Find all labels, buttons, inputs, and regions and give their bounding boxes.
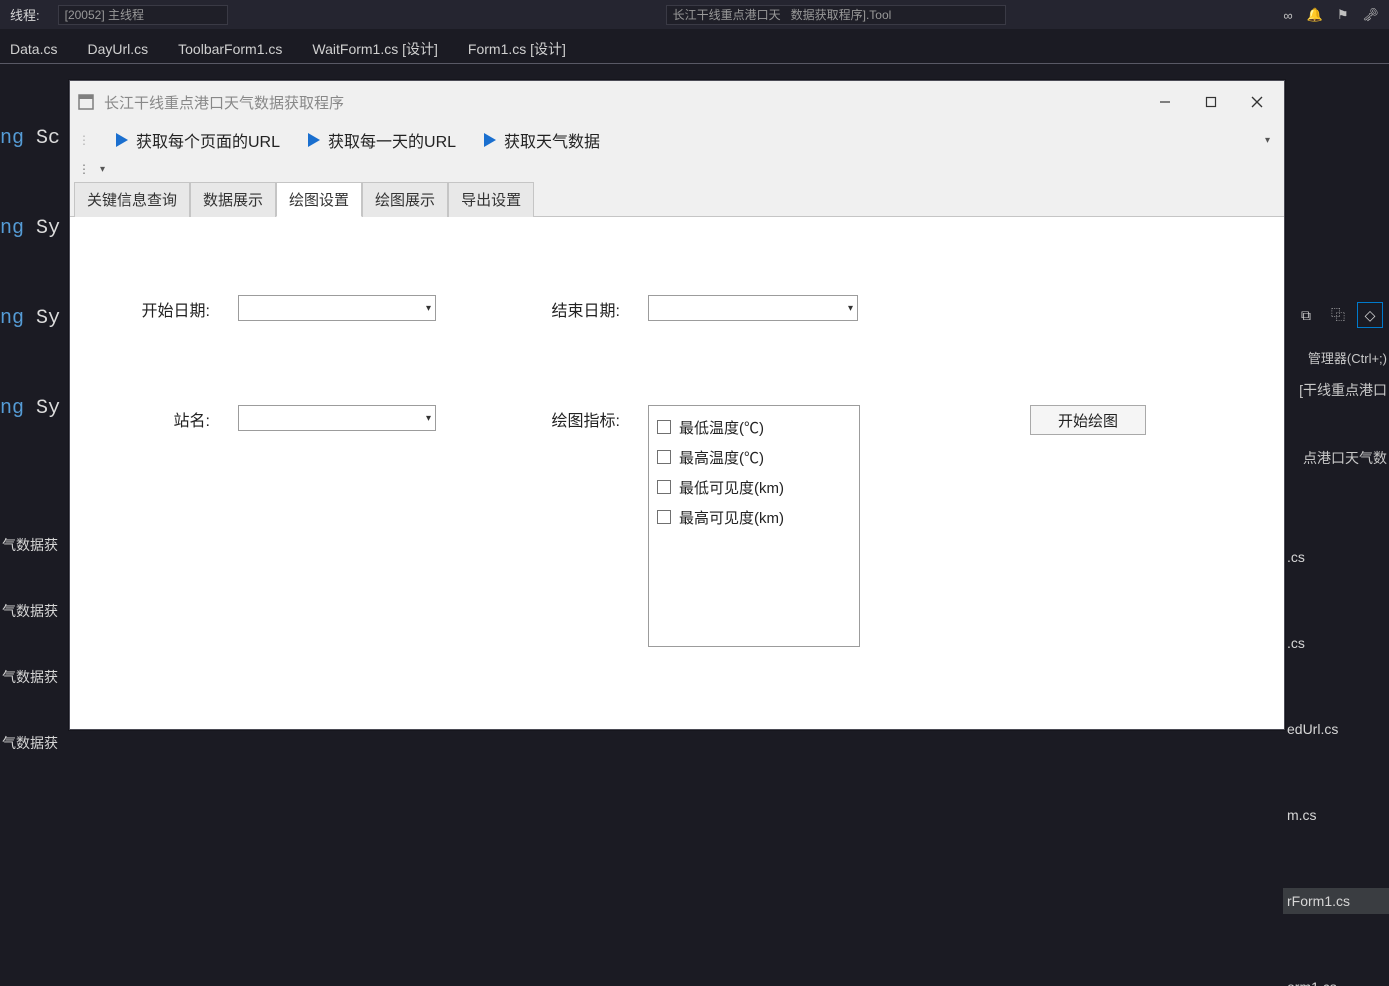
copy-icon[interactable]: ⿻ [1325,302,1351,328]
chevron-down-icon: ▾ [848,303,853,314]
list-item[interactable]: .cs [1283,630,1389,656]
fetch-weather-label: 获取天气数据 [504,128,600,152]
toolstrip-secondary: ⋮ ▾ [70,157,1284,181]
end-date-label: 结束日期: [532,295,620,321]
play-icon [484,133,496,147]
list-item[interactable]: edUrl.cs [1283,716,1389,742]
tab-dayurl-cs[interactable]: DayUrl.cs [83,37,152,61]
checkbox-icon[interactable] [657,420,671,434]
indicator-item-label: 最高温度(℃) [679,447,764,468]
indicator-item-label: 最低可见度(km) [679,477,784,498]
tabpage-plot-settings: 开始日期: ▾ 结束日期: ▾ 站名: [70,217,1284,729]
solution-toolbar: ⧉ ⿻ ◇ [1293,302,1383,328]
station-label: 站名: [90,405,210,431]
fetch-page-urls-label: 获取每个页面的URL [136,128,280,152]
tab-waitform1-design[interactable]: WaitForm1.cs [设计] [308,35,442,63]
chevron-down-icon: ▾ [426,413,431,424]
tab-form1-design[interactable]: Form1.cs [设计] [464,35,570,63]
code-editor-fragment: ng Sc ng Sy ng Sy ng Sy ng Sy ng Sy espa… [0,64,70,484]
thread-label: 线程: [10,5,40,24]
fetch-weather-button[interactable]: 获取天气数据 [480,126,604,154]
list-item[interactable]: rForm1.cs [1283,888,1389,914]
toolstrip-overflow-icon[interactable]: ▾ [1265,135,1276,146]
maximize-button[interactable] [1188,86,1234,118]
checkbox-icon[interactable] [657,450,671,464]
fetch-page-urls-button[interactable]: 获取每个页面的URL [112,126,284,154]
toolstrip-grip-icon[interactable]: ⋮ [78,162,90,176]
project-name-fragment: 点港口天气数 [1303,448,1387,468]
start-date-label: 开始日期: [90,295,210,321]
start-plot-button[interactable]: 开始绘图 [1030,405,1146,435]
notifications-icon[interactable]: 🔔 [1307,7,1323,23]
start-date-combo[interactable]: ▾ [238,295,436,321]
window-title: 长江干线重点港口天气数据获取程序 [104,92,344,113]
solution-tree-fragment: .cs .cs edUrl.cs m.cs rForm1.cs orm1.cs … [1283,486,1389,986]
chevron-down-icon: ▾ [426,303,431,314]
titlebar: 长江干线重点港口天气数据获取程序 [70,81,1284,123]
start-plot-label: 开始绘图 [1058,410,1118,431]
play-icon [308,133,320,147]
list-item[interactable]: m.cs [1283,802,1389,828]
toolstrip-grip-icon[interactable]: ⋮ [78,133,90,147]
tab-data-cs[interactable]: Data.cs [6,37,61,61]
checkbox-icon[interactable] [657,510,671,524]
vs-toolbar: 线程: ∞ 🔔 ⚑ 🗝 [0,0,1389,30]
app-window: 长江干线重点港口天气数据获取程序 ⋮ 获取每个页面的URL 获取每一天的URL … [69,80,1285,730]
class-view-icon[interactable]: ◇ [1357,302,1383,328]
stack-frame-input[interactable] [666,5,1006,25]
tab-data-display[interactable]: 数据展示 [190,182,276,217]
account-icon[interactable]: 🗝 [1362,7,1379,23]
toolbar-right-icons: ∞ 🔔 ⚑ 🗝 [1283,0,1379,30]
live-share-icon[interactable]: ∞ [1283,8,1292,23]
indicator-item-min-temp[interactable]: 最低温度(℃) [657,412,851,442]
output-line: 气数据获 [2,734,1124,756]
indicator-item-max-visibility[interactable]: 最高可见度(km) [657,502,851,532]
indicator-item-label: 最低温度(℃) [679,417,764,438]
indicator-item-min-visibility[interactable]: 最低可见度(km) [657,472,851,502]
tab-export-settings[interactable]: 导出设置 [448,182,534,217]
indicator-checklist[interactable]: 最低温度(℃) 最高温度(℃) 最低可见度(km) [648,405,860,647]
tab-plot-display[interactable]: 绘图展示 [362,182,448,217]
station-combo[interactable]: ▾ [238,405,436,431]
app-icon [76,92,96,112]
thread-selector[interactable] [58,5,228,25]
play-icon [116,133,128,147]
end-date-combo[interactable]: ▾ [648,295,858,321]
tab-control: 关键信息查询 数据展示 绘图设置 绘图展示 导出设置 [70,181,1284,217]
list-item[interactable]: .cs [1283,544,1389,570]
tab-key-info[interactable]: 关键信息查询 [74,182,190,217]
close-button[interactable] [1234,86,1280,118]
document-tabs: Data.cs DayUrl.cs ToolbarForm1.cs WaitFo… [0,34,1389,64]
fetch-day-urls-label: 获取每一天的URL [328,128,456,152]
indicator-label: 绘图指标: [532,405,620,431]
indicator-item-max-temp[interactable]: 最高温度(℃) [657,442,851,472]
indicator-item-label: 最高可见度(km) [679,507,784,528]
search-hint: 管理器(Ctrl+;) [1308,348,1387,367]
fetch-day-urls-button[interactable]: 获取每一天的URL [304,126,460,154]
solution-name-fragment: [干线重点港口 [1299,380,1387,400]
list-item[interactable]: orm1.cs [1283,974,1389,986]
tab-toolbarform1-cs[interactable]: ToolbarForm1.cs [174,37,286,61]
checkbox-icon[interactable] [657,480,671,494]
minimize-button[interactable] [1142,86,1188,118]
feedback-icon[interactable]: ⚑ [1337,7,1349,23]
tab-plot-settings[interactable]: 绘图设置 [276,182,362,217]
toolstrip: ⋮ 获取每个页面的URL 获取每一天的URL 获取天气数据 ▾ [70,123,1284,157]
view-icon[interactable]: ⧉ [1293,302,1319,328]
chevron-down-icon[interactable]: ▾ [100,164,105,175]
